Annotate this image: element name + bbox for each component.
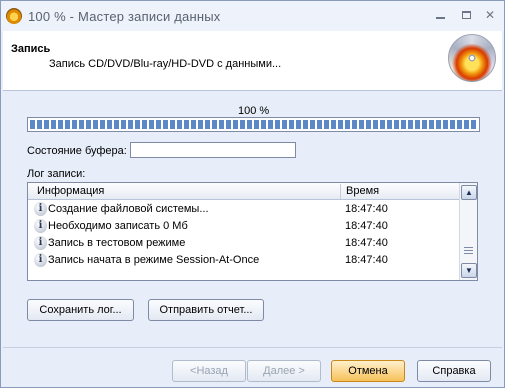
cancel-button[interactable]: Отмена — [331, 360, 405, 382]
log-row-time: 18:47:40 — [345, 254, 388, 266]
info-icon: i — [34, 236, 47, 250]
log-row-info: Необходимо записать 0 Мб — [48, 220, 188, 232]
progress-percent-label: 100 % — [238, 105, 270, 117]
buffer-status-field — [130, 142, 296, 158]
save-log-button[interactable]: Сохранить лог... — [27, 299, 134, 321]
maximize-icon — [462, 11, 471, 19]
burn-wizard-window: 100 % - Мастер записи данных ✕ Запись За… — [0, 0, 505, 388]
close-button[interactable]: ✕ — [482, 8, 498, 22]
log-header: Информация Время — [28, 183, 459, 200]
info-icon: i — [34, 219, 47, 233]
log-row[interactable]: i Запись начата в режиме Session-At-Once… — [28, 252, 459, 269]
minimize-icon — [436, 17, 445, 19]
scroll-down-button[interactable]: ▼ — [461, 263, 477, 278]
column-header-info[interactable]: Информация — [37, 185, 104, 197]
wizard-header: Запись Запись CD/DVD/Blu-ray/HD-DVD с да… — [3, 31, 502, 91]
close-icon: ✕ — [484, 8, 496, 22]
info-icon: i — [34, 253, 47, 267]
arrow-down-icon: ▼ — [465, 266, 473, 275]
burning-disc-icon — [448, 34, 496, 82]
minimize-button[interactable] — [433, 8, 449, 22]
log-row-info: Запись начата в режиме Session-At-Once — [48, 254, 260, 266]
header-title: Запись — [11, 43, 51, 55]
next-button[interactable]: Далее > — [247, 360, 321, 382]
send-report-button[interactable]: Отправить отчет... — [148, 299, 264, 321]
scroll-up-button[interactable]: ▲ — [461, 185, 477, 200]
progress-bar — [27, 117, 480, 132]
log-row[interactable]: i Запись в тестовом режиме 18:47:40 — [28, 235, 459, 252]
log-label: Лог записи: — [27, 168, 86, 180]
column-header-time[interactable]: Время — [346, 185, 379, 197]
log-row-time: 18:47:40 — [345, 237, 388, 249]
log-row-time: 18:47:40 — [345, 203, 388, 215]
scroll-grip[interactable] — [464, 247, 473, 254]
column-divider[interactable] — [340, 184, 341, 199]
window-title: 100 % - Мастер записи данных — [28, 9, 221, 24]
log-row-info: Запись в тестовом режиме — [48, 237, 186, 249]
log-row-time: 18:47:40 — [345, 220, 388, 232]
back-button[interactable]: <Назад — [172, 360, 246, 382]
header-subtitle: Запись CD/DVD/Blu-ray/HD-DVD с данными..… — [49, 58, 282, 70]
arrow-up-icon: ▲ — [465, 188, 473, 197]
progress-fill — [30, 120, 477, 129]
title-bar[interactable]: 100 % - Мастер записи данных ✕ — [1, 1, 504, 31]
nero-flame-icon — [6, 8, 22, 24]
buffer-status-label: Состояние буфера: — [27, 145, 127, 157]
log-row-info: Создание файловой системы... — [48, 203, 209, 215]
maximize-button[interactable] — [459, 8, 475, 22]
log-list[interactable]: Информация Время i Создание файловой сис… — [27, 182, 478, 281]
help-button[interactable]: Справка — [417, 360, 491, 382]
info-icon: i — [34, 202, 47, 216]
log-scrollbar[interactable]: ▲ ▼ — [459, 183, 477, 280]
log-row[interactable]: i Необходимо записать 0 Мб 18:47:40 — [28, 218, 459, 235]
log-row[interactable]: i Создание файловой системы... 18:47:40 — [28, 201, 459, 218]
footer-divider — [3, 347, 502, 348]
